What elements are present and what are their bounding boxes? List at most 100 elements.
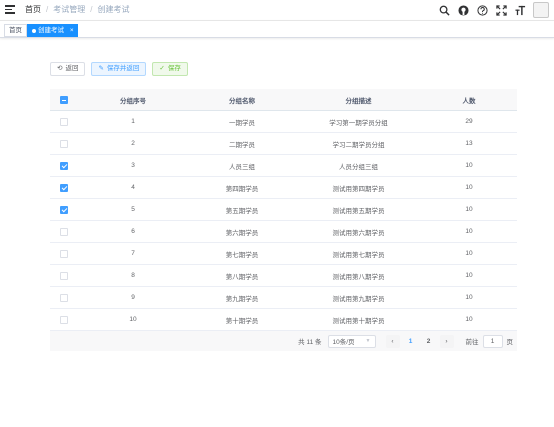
count-cell: 10: [465, 316, 473, 323]
page-size-select[interactable]: 10条/页 ▼: [327, 334, 376, 348]
pagination: 共 11 条 10条/页 ▼ ‹ 1 2 › 前往 1 页: [50, 331, 517, 351]
group-name-cell: 第六期学员: [225, 229, 259, 237]
group-no-cell: 8: [131, 272, 135, 279]
next-page-button[interactable]: ›: [439, 334, 454, 348]
page-size-value: 10条/页: [332, 339, 355, 346]
group-no-cell: 6: [131, 228, 135, 235]
github-icon[interactable]: [457, 4, 469, 16]
header-count: 人数: [462, 97, 476, 105]
row-checkbox[interactable]: [60, 293, 68, 302]
breadcrumb-exam-management[interactable]: 考试管理: [53, 4, 85, 15]
tag-create-exam-label: 创建考试: [38, 27, 64, 34]
count-cell: 10: [465, 294, 473, 301]
group-table: 分组序号 分组名称 分组描述 人数 1 一期学员 学习第一期学员分组 29 2 二期学员 学…: [50, 89, 517, 331]
fullscreen-icon[interactable]: [495, 4, 507, 16]
table-header: 分组序号 分组名称 分组描述 人数: [50, 89, 517, 111]
pagination-total: 共 11 条: [298, 339, 322, 346]
count-cell: 10: [465, 162, 473, 169]
avatar[interactable]: [533, 2, 549, 18]
hamburger-icon[interactable]: [5, 5, 15, 15]
tag-home[interactable]: 首页: [4, 24, 27, 37]
count-cell: 10: [465, 206, 473, 213]
row-checkbox[interactable]: [60, 161, 68, 170]
table-row[interactable]: 10 第十期学员 测试用第十期学员 10: [50, 309, 517, 331]
row-checkbox[interactable]: [60, 117, 68, 126]
row-checkbox[interactable]: [60, 249, 68, 258]
font-size-icon[interactable]: [514, 4, 526, 16]
group-desc-cell: 测试用第十期学员: [332, 317, 385, 325]
page-number-1[interactable]: 1: [404, 335, 418, 348]
group-desc-cell: 人员分组三组: [339, 163, 378, 171]
table-row[interactable]: 9 第九期学员 测试用第九期学员 10: [50, 287, 517, 309]
goto-page-input[interactable]: 1: [482, 334, 503, 348]
group-no-cell: 2: [131, 140, 135, 147]
select-all-checkbox[interactable]: [60, 95, 68, 104]
back-icon: ⟲: [57, 65, 63, 72]
group-desc-cell: 测试用第八期学员: [332, 273, 385, 281]
table-row[interactable]: 4 第四期学员 测试用第四期学员 10: [50, 177, 517, 199]
group-name-cell: 人员三组: [229, 163, 255, 171]
table-row[interactable]: 7 第七期学员 测试用第七期学员 10: [50, 243, 517, 265]
row-checkbox[interactable]: [60, 139, 68, 148]
group-name-cell: 第五期学员: [225, 207, 259, 215]
count-cell: 29: [465, 118, 473, 125]
page-number-2[interactable]: 2: [422, 335, 436, 348]
group-desc-cell: 学习第一期学员分组: [329, 119, 388, 127]
count-cell: 10: [465, 184, 473, 191]
group-name-cell: 二期学员: [229, 141, 255, 149]
group-no-cell: 7: [131, 250, 135, 257]
header-group-name: 分组名称: [229, 97, 255, 105]
row-checkbox[interactable]: [60, 227, 68, 236]
group-name-cell: 第七期学员: [225, 251, 259, 259]
group-no-cell: 9: [131, 294, 135, 301]
count-cell: 13: [465, 140, 473, 147]
group-name-cell: 第十期学员: [225, 317, 259, 325]
table-row[interactable]: 1 一期学员 学习第一期学员分组 29: [50, 111, 517, 133]
close-icon[interactable]: ×: [70, 27, 74, 34]
save-and-return-button[interactable]: ✎ 保存并返回: [91, 62, 147, 76]
table-row[interactable]: 3 人员三组 人员分组三组 10: [50, 155, 517, 177]
breadcrumb-separator: /: [90, 5, 93, 14]
edit-icon: ✎: [98, 65, 104, 72]
row-checkbox[interactable]: [60, 271, 68, 280]
group-desc-cell: 测试用第七期学员: [332, 251, 385, 259]
goto-unit: 页: [506, 339, 514, 346]
breadcrumb-create-exam: 创建考试: [97, 5, 130, 14]
prev-page-button[interactable]: ‹: [385, 334, 400, 348]
group-desc-cell: 测试用第五期学员: [332, 207, 385, 215]
table-body: 1 一期学员 学习第一期学员分组 29 2 二期学员 学习二期学员分组 13 3 人员三组 人员分组…: [50, 111, 517, 331]
navbar-right-menu: [431, 2, 554, 18]
group-no-cell: 1: [131, 118, 135, 125]
header-group-no: 分组序号: [120, 97, 146, 105]
group-desc-cell: 测试用第四期学员: [332, 185, 385, 193]
header-group-desc: 分组描述: [345, 97, 372, 105]
count-cell: 10: [465, 272, 473, 279]
group-no-cell: 10: [129, 316, 137, 323]
count-cell: 10: [465, 250, 473, 257]
action-bar: ⟲ 返回 ✎ 保存并返回 ✓ 保存: [50, 62, 194, 76]
save-button-label: 保存: [167, 65, 181, 72]
active-dot-icon: [32, 29, 36, 33]
help-icon[interactable]: [476, 4, 488, 16]
breadcrumb-separator: /: [46, 5, 49, 14]
group-desc-cell: 测试用第九期学员: [332, 295, 385, 303]
goto-label: 前往: [465, 339, 479, 346]
tag-create-exam[interactable]: 创建考试 ×: [27, 24, 78, 37]
table-row[interactable]: 2 二期学员 学习二期学员分组 13: [50, 133, 517, 155]
search-icon[interactable]: [438, 4, 450, 16]
group-no-cell: 5: [131, 206, 135, 213]
breadcrumb: 首页 / 考试管理 / 创建考试: [25, 4, 129, 15]
tags-view: 首页 创建考试 ×: [0, 20, 554, 38]
back-button[interactable]: ⟲ 返回: [50, 62, 86, 76]
table-row[interactable]: 6 第六期学员 测试用第六期学员 10: [50, 221, 517, 243]
breadcrumb-home[interactable]: 首页: [25, 4, 41, 15]
save-button[interactable]: ✓ 保存: [152, 62, 188, 76]
navbar: 首页 / 考试管理 / 创建考试: [0, 0, 554, 20]
row-checkbox[interactable]: [60, 315, 68, 324]
table-row[interactable]: 5 第五期学员 测试用第五期学员 10: [50, 199, 517, 221]
row-checkbox[interactable]: [60, 205, 68, 214]
chevron-down-icon: ▼: [365, 338, 371, 344]
group-name-cell: 第八期学员: [225, 273, 259, 281]
table-row[interactable]: 8 第八期学员 测试用第八期学员 10: [50, 265, 517, 287]
row-checkbox[interactable]: [60, 183, 68, 192]
